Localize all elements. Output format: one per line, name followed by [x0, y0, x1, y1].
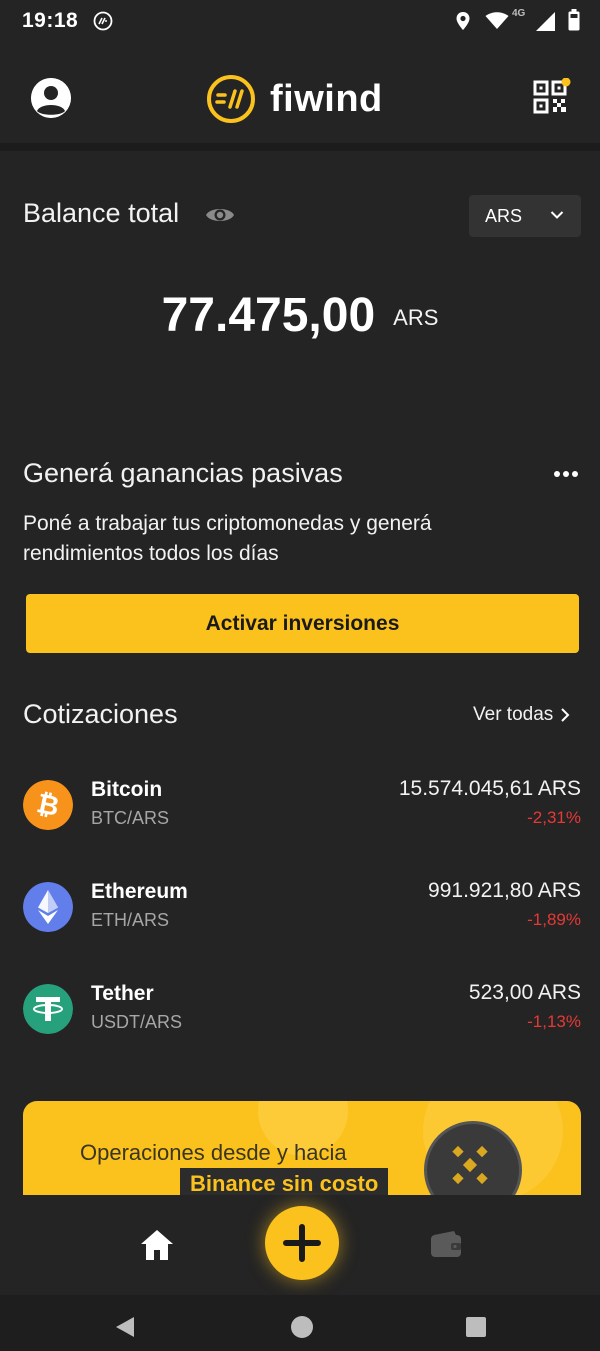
qr-scan-button[interactable]: [533, 77, 571, 116]
more-options-icon[interactable]: [553, 470, 579, 478]
system-home-icon[interactable]: [291, 1316, 313, 1338]
app-logo: fiwind: [206, 74, 383, 124]
quote-row-bitcoin[interactable]: ₿ Bitcoin BTC/ARS 15.574.045,61 ARS -2,3…: [0, 766, 600, 856]
add-button[interactable]: [265, 1206, 339, 1280]
coin-change: -1,89%: [527, 910, 581, 929]
coin-price: 991.921,80 ARS: [428, 879, 581, 902]
quote-row-tether[interactable]: Tether USDT/ARS 523,00 ARS -1,13%: [0, 970, 600, 1060]
coin-pair: USDT/ARS: [91, 1012, 183, 1032]
wifi-icon: [485, 12, 509, 29]
coin-name: Bitcoin: [91, 778, 163, 801]
promo-title: Generá ganancias pasivas: [23, 458, 343, 488]
status-time: 19:18: [22, 9, 79, 32]
bitcoin-icon: ₿: [23, 780, 73, 830]
header-divider: [0, 143, 600, 151]
profile-icon: [31, 78, 71, 118]
location-icon: [456, 12, 470, 30]
logo-text: fiwind: [270, 77, 383, 120]
eye-icon[interactable]: [205, 204, 235, 226]
promo-description: Poné a trabajar tus criptomonedas y gene…: [23, 512, 432, 565]
recent-apps-icon[interactable]: [466, 1317, 486, 1337]
coin-change: -1,13%: [527, 1012, 581, 1031]
tether-icon: [23, 984, 73, 1034]
view-all-link[interactable]: Ver todas: [473, 704, 571, 726]
currency-select[interactable]: ARS: [469, 195, 581, 237]
fiwind-logo-icon: [207, 75, 255, 123]
balance-currency: ARS: [393, 305, 439, 330]
back-icon[interactable]: [113, 1315, 137, 1339]
quote-row-ethereum[interactable]: Ethereum ETH/ARS 991.921,80 ARS -1,89%: [0, 868, 600, 958]
coin-price: 523,00 ARS: [468, 981, 581, 1004]
view-all-label: Ver todas: [473, 704, 554, 725]
wallet-icon[interactable]: [430, 1230, 462, 1258]
signal-icon: [536, 12, 555, 31]
coin-change: -2,31%: [527, 808, 581, 827]
status-bar: [0, 0, 600, 44]
home-icon[interactable]: [139, 1228, 175, 1262]
balance-amount: 77.475,00: [161, 289, 376, 342]
qr-code-icon: [533, 77, 571, 114]
ethereum-icon: [23, 882, 73, 932]
balance-display: 77.475,00 ARS: [0, 288, 600, 343]
network-type-label: 4G: [512, 8, 526, 19]
coin-name: Ethereum: [91, 880, 188, 903]
battery-icon: [568, 9, 580, 31]
activate-investments-button[interactable]: Activar inversiones: [26, 594, 579, 653]
coin-pair: BTC/ARS: [91, 808, 170, 828]
profile-button[interactable]: [31, 78, 71, 118]
coin-name: Tether: [91, 982, 154, 1005]
balance-title: Balance total: [23, 198, 180, 228]
chevron-down-icon: [550, 211, 564, 219]
coin-pair: ETH/ARS: [91, 910, 170, 930]
chevron-right-icon: [561, 708, 570, 722]
banner-text-line1: Operaciones desde y hacia: [80, 1140, 347, 1165]
app-notification-icon: [93, 11, 113, 31]
add-icon: [283, 1224, 321, 1262]
currency-select-value: ARS: [485, 205, 523, 226]
banner-text-line2: Binance sin costo: [180, 1168, 389, 1198]
coin-price: 15.574.045,61 ARS: [398, 777, 581, 800]
quotes-title: Cotizaciones: [23, 699, 178, 729]
